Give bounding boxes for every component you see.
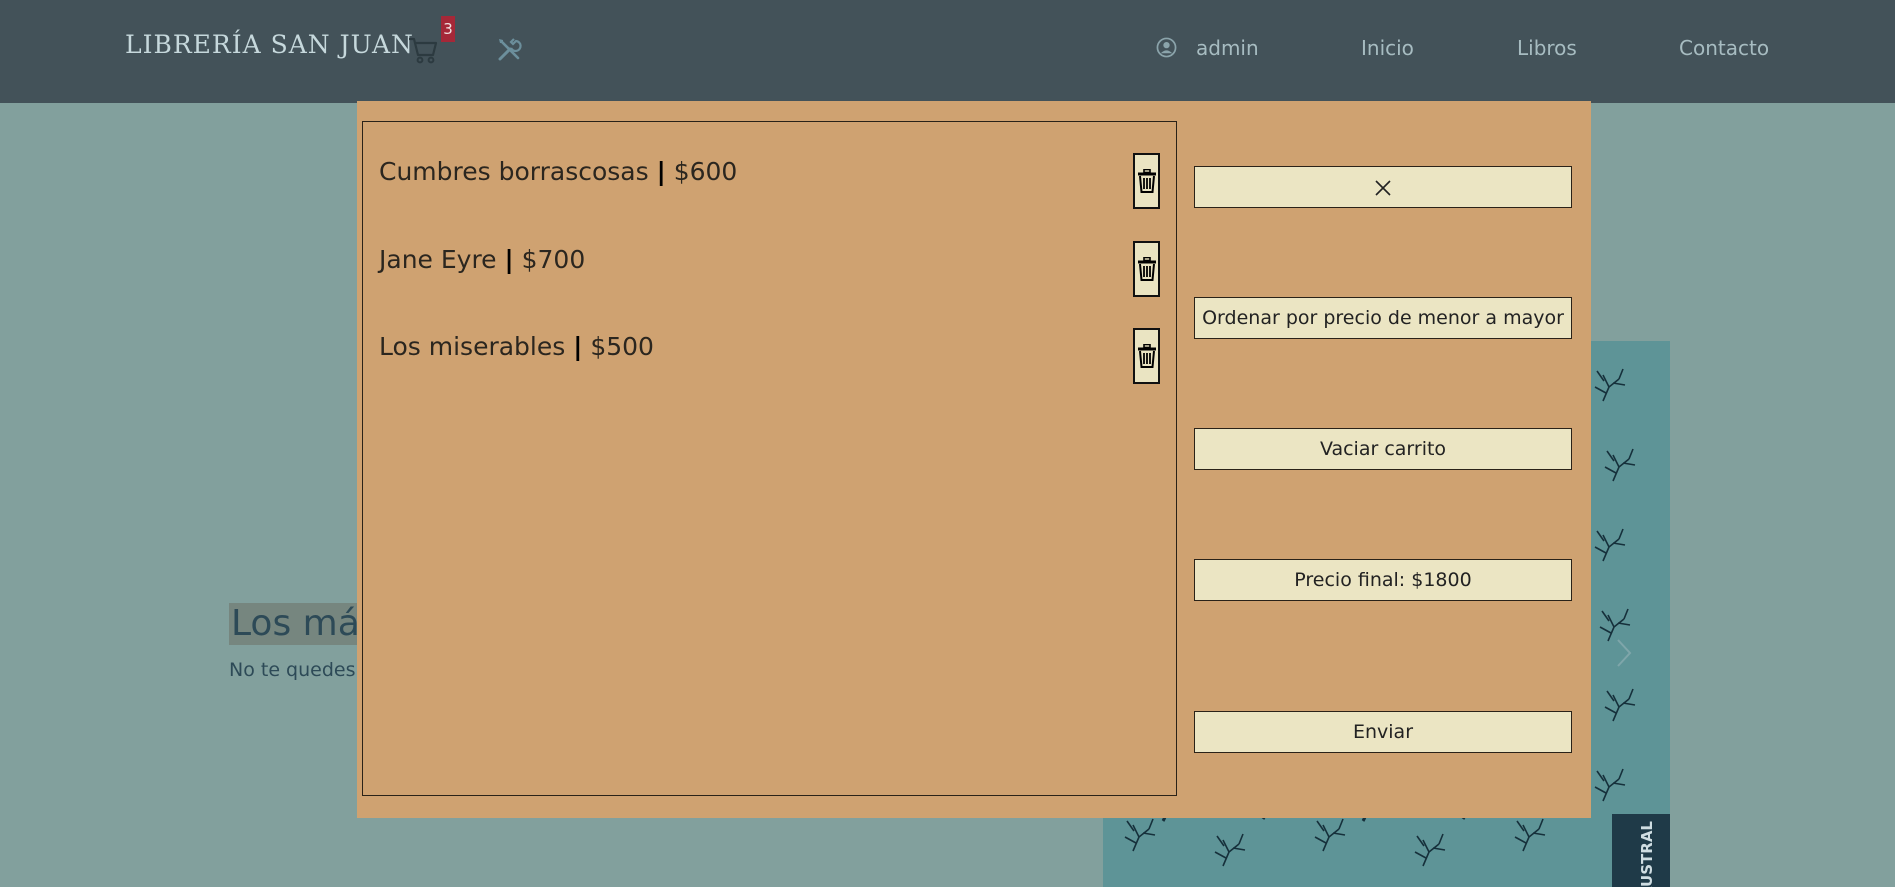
cart-icon[interactable] [407,34,439,66]
remove-item-button[interactable] [1133,328,1160,384]
navbar: LIBRERÍA SAN JUAN 3 admin Inicio Libros … [0,0,1895,103]
trash-icon [1137,344,1156,368]
trash-icon [1137,169,1156,193]
cart-item-separator: | [573,332,583,361]
cart-item-title: Cumbres borrascosas [379,157,649,186]
final-price-display: Precio final: $1800 [1194,559,1572,601]
trash-icon [1137,257,1156,281]
sort-by-price-button[interactable]: Ordenar por precio de menor a mayor [1194,297,1572,339]
cart-item-text: Cumbres borrascosas | $600 [379,157,737,186]
featured-subtext: No te quedes [229,659,356,681]
tools-icon[interactable] [496,37,522,63]
cart-item-separator: | [504,245,514,274]
remove-item-button[interactable] [1133,241,1160,297]
cart-modal: Cumbres borrascosas | $600 Jane Eyre | $… [357,101,1591,818]
cart-item-title: Jane Eyre [379,245,497,274]
cart-item-text: Jane Eyre | $700 [379,245,585,274]
carousel-next-icon[interactable] [1612,636,1636,670]
cart-item: Cumbres borrascosas | $600 [379,153,1169,213]
user-circle-icon[interactable] [1156,37,1177,58]
nav-link-inicio[interactable]: Inicio [1361,36,1414,60]
close-modal-button[interactable] [1194,166,1572,208]
cart-item-price: $600 [673,157,738,186]
cart-item-price: $700 [521,245,586,274]
nav-link-contacto[interactable]: Contacto [1679,36,1769,60]
send-order-button[interactable]: Enviar [1194,711,1572,753]
cart-items-list: Cumbres borrascosas | $600 Jane Eyre | $… [362,121,1177,796]
cart-item-price: $500 [590,332,654,361]
cart-item-separator: | [656,157,666,186]
cart-item-text: Los miserables | $500 [379,332,654,361]
cart-item: Los miserables | $500 [379,328,1169,388]
nav-link-libros[interactable]: Libros [1517,36,1577,60]
remove-item-button[interactable] [1133,153,1160,209]
brand-logo-text[interactable]: LIBRERÍA SAN JUAN [125,30,414,59]
empty-cart-button[interactable]: Vaciar carrito [1194,428,1572,470]
nav-user-admin[interactable]: admin [1196,36,1259,60]
cart-count-badge: 3 [441,16,455,42]
book-spine-text: AUSTRAL [1638,821,1656,887]
close-icon [1375,179,1391,196]
cart-item-title: Los miserables [379,332,566,361]
cart-item: Jane Eyre | $700 [379,241,1169,301]
